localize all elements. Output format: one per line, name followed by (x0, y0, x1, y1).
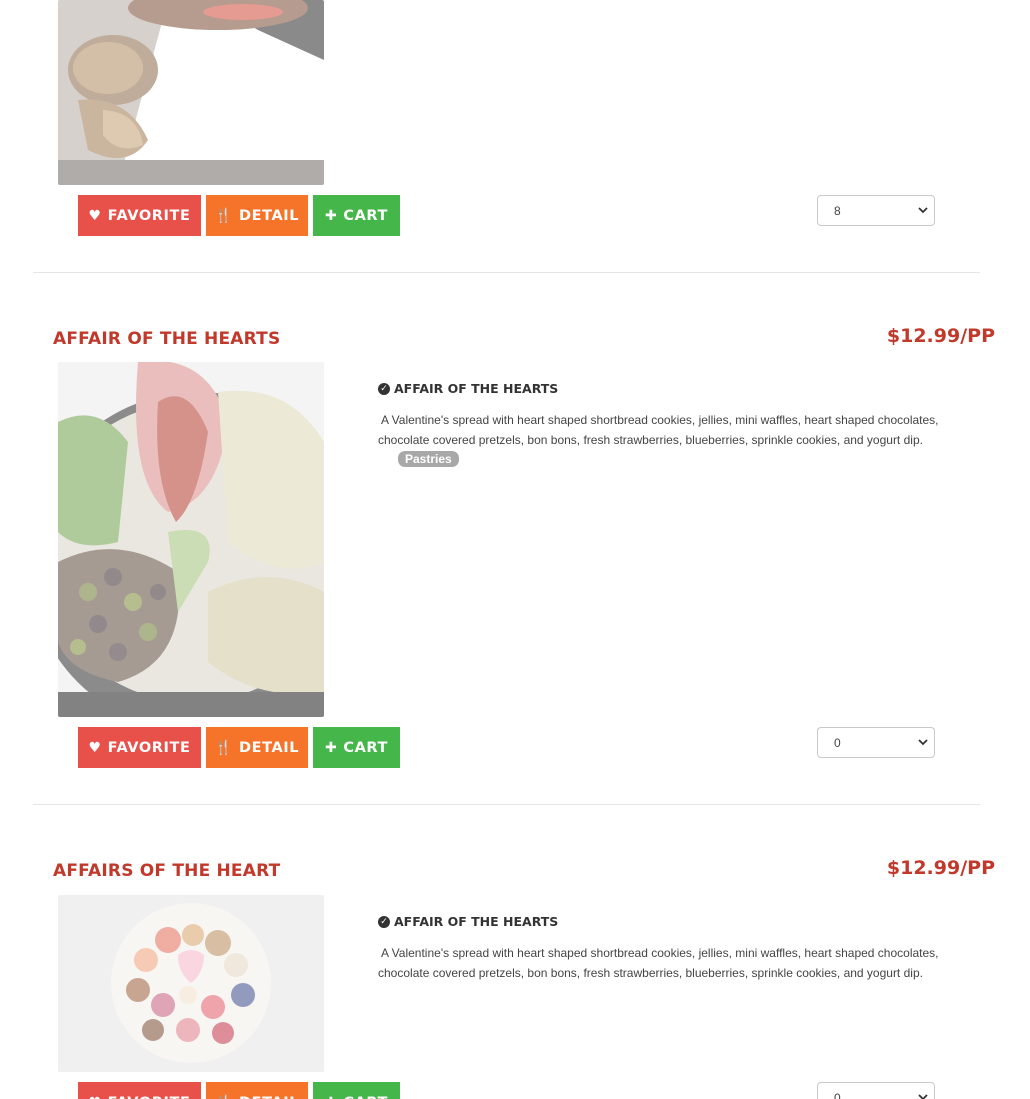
quantity-select[interactable]: 0 (817, 727, 935, 758)
favorite-button[interactable]: ♥FAVORITE (78, 1082, 201, 1099)
product-actions: ♥FAVORITE 🍴DETAIL ✚CART (78, 727, 400, 768)
divider (33, 804, 980, 805)
heart-icon: ♥ (88, 739, 102, 756)
heart-icon: ♥ (88, 1096, 101, 1099)
cutlery-icon: 🍴 (214, 207, 233, 224)
product-title[interactable]: AFFAIR OF THE HEARTS (53, 329, 280, 349)
plus-icon: ✚ (324, 207, 338, 224)
quantity-select[interactable]: 8 (817, 195, 935, 226)
product-photo[interactable] (58, 362, 324, 717)
heart-icon: ♥ (88, 207, 102, 224)
check-circle-icon: ✓ (378, 382, 390, 395)
chevron-down-icon (918, 1094, 928, 1099)
product-price: $12.99/PP (886, 857, 995, 879)
cutlery-icon: 🍴 (215, 1096, 233, 1099)
plus-icon: ✚ (325, 1096, 337, 1099)
quantity-select[interactable]: 0 (817, 1082, 935, 1099)
description-text: A Valentine's spread with heart shaped s… (378, 413, 939, 447)
favorite-button[interactable]: ♥FAVORITE (78, 727, 201, 768)
plus-icon: ✚ (324, 739, 338, 756)
product-actions: ♥FAVORITE 🍴DETAIL ✚CART (78, 195, 400, 236)
product-photo[interactable] (58, 895, 324, 1072)
product-title[interactable]: AFFAIRS OF THE HEART (53, 861, 280, 881)
chevron-down-icon (918, 739, 928, 746)
detail-button[interactable]: 🍴DETAIL (206, 1082, 308, 1099)
add-to-cart-button[interactable]: ✚CART (313, 727, 400, 768)
check-circle-icon: ✓ (378, 915, 390, 928)
add-to-cart-button[interactable]: ✚CART (313, 195, 400, 236)
product-actions: ♥FAVORITE 🍴DETAIL ✚CART (78, 1082, 400, 1099)
chevron-down-icon (918, 207, 928, 214)
category-tag: Pastries (398, 451, 459, 467)
detail-button[interactable]: 🍴DETAIL (206, 727, 308, 768)
cutlery-icon: 🍴 (214, 739, 233, 756)
description-text: A Valentine's spread with heart shaped s… (378, 946, 939, 980)
divider (33, 272, 980, 273)
product-description: ✓ AFFAIR OF THE HEARTS A Valentine's spr… (378, 914, 948, 983)
description-heading: ✓ AFFAIR OF THE HEARTS (378, 914, 948, 929)
detail-button[interactable]: 🍴DETAIL (206, 195, 308, 236)
product-price: $12.99/PP (886, 325, 995, 347)
product-photo[interactable] (58, 0, 324, 185)
favorite-button[interactable]: ♥FAVORITE (78, 195, 201, 236)
add-to-cart-button[interactable]: ✚CART (313, 1082, 400, 1099)
product-description: ✓ AFFAIR OF THE HEARTS A Valentine's spr… (378, 381, 948, 468)
description-heading: ✓ AFFAIR OF THE HEARTS (378, 381, 948, 396)
